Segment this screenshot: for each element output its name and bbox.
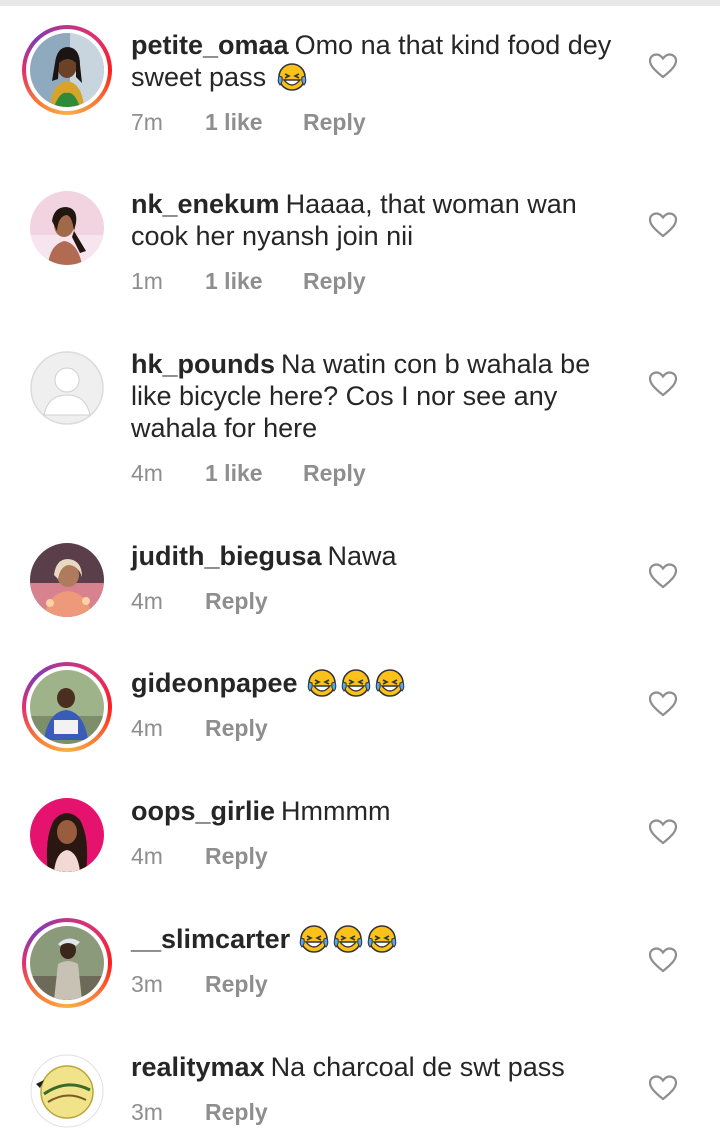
heart-outline-icon[interactable] <box>648 946 678 974</box>
avatar[interactable] <box>22 1046 112 1136</box>
like-count[interactable]: 1 like <box>205 460 303 487</box>
story-ring <box>22 662 112 752</box>
comment-meta: 4m Reply <box>131 843 268 870</box>
comment-text: realitymax Na charcoal de swt pass <box>131 1051 631 1083</box>
laughing-emoji-icon <box>332 924 364 954</box>
default-avatar-icon <box>30 351 104 425</box>
reply-button[interactable]: Reply <box>303 460 366 487</box>
comment-text: __slimcarter <box>131 923 631 955</box>
heart-outline-icon[interactable] <box>648 370 678 398</box>
comment-meta: 4m Reply <box>131 715 268 742</box>
realitymax-logo-icon <box>30 1054 104 1128</box>
avatar[interactable] <box>22 662 112 752</box>
woman-avatar-icon <box>30 191 104 265</box>
comment-body: Nawa <box>327 541 397 571</box>
heart-outline-icon[interactable] <box>648 211 678 239</box>
top-divider <box>0 0 720 6</box>
laughing-emoji-icon <box>366 924 398 954</box>
username[interactable]: realitymax <box>131 1052 265 1082</box>
timestamp: 4m <box>131 588 163 614</box>
username[interactable]: gideonpapee <box>131 668 298 698</box>
timestamp: 7m <box>131 109 163 135</box>
comment-meta: 4m Reply <box>131 588 268 615</box>
comment-body: Na watin con b wahala be <box>281 349 591 379</box>
avatar[interactable] <box>22 535 112 625</box>
heart-outline-icon[interactable] <box>648 818 678 846</box>
comment-text: hk_pounds Na watin con b wahala be like b… <box>131 348 631 444</box>
avatar[interactable] <box>22 918 112 1008</box>
comment-body-line: sweet pass <box>131 62 267 92</box>
laughing-emoji-icon <box>374 668 406 698</box>
username[interactable]: oops_girlie <box>131 796 275 826</box>
comment-body: Na charcoal de swt pass <box>270 1052 565 1082</box>
reply-button[interactable]: Reply <box>303 109 366 136</box>
laughing-emoji-icon <box>298 924 330 954</box>
heart-outline-icon[interactable] <box>648 690 678 718</box>
avatar[interactable] <box>22 790 112 880</box>
woman-avatar-icon <box>30 543 104 617</box>
comment-text: gideonpapee <box>131 667 631 699</box>
comment-body-line: like bicycle here? Cos I nor see any <box>131 381 558 411</box>
man-avatar-icon <box>30 670 104 744</box>
timestamp: 4m <box>131 460 163 486</box>
timestamp: 4m <box>131 715 163 741</box>
comment-text: nk_enekum Haaaa, that woman wan cook her … <box>131 188 631 252</box>
avatar[interactable] <box>22 343 112 433</box>
comment-body-line: wahala for here <box>131 413 318 443</box>
comment-body: Hmmmm <box>281 796 391 826</box>
reply-button[interactable]: Reply <box>205 843 268 870</box>
timestamp: 1m <box>131 268 163 294</box>
comment-body: Haaaa, that woman wan <box>285 189 577 219</box>
reply-button[interactable]: Reply <box>205 715 268 742</box>
story-ring <box>22 25 112 115</box>
timestamp: 3m <box>131 1099 163 1125</box>
username[interactable]: hk_pounds <box>131 349 275 379</box>
timestamp: 4m <box>131 843 163 869</box>
like-count[interactable]: 1 like <box>205 109 303 136</box>
username[interactable]: nk_enekum <box>131 189 280 219</box>
comment-text: judith_biegusa Nawa <box>131 540 631 572</box>
timestamp: 3m <box>131 971 163 997</box>
woman-avatar-icon <box>30 798 104 872</box>
like-count[interactable]: 1 like <box>205 268 303 295</box>
comment-meta: 1m 1 like Reply <box>131 268 366 295</box>
reply-button[interactable]: Reply <box>303 268 366 295</box>
woman-avatar-icon <box>30 33 104 107</box>
avatar[interactable] <box>22 25 112 115</box>
heart-outline-icon[interactable] <box>648 52 678 80</box>
laughing-emoji-icon <box>276 62 308 92</box>
comment-text: petite_omaa Omo na that kind food dey swe… <box>131 29 631 93</box>
username[interactable]: __slimcarter <box>131 924 290 954</box>
username[interactable]: petite_omaa <box>131 30 289 60</box>
comment-meta: 3m Reply <box>131 1099 268 1126</box>
comment-meta: 4m 1 like Reply <box>131 460 366 487</box>
laughing-emoji-icon <box>306 668 338 698</box>
comment-body-line: cook her nyansh join nii <box>131 221 414 251</box>
reply-button[interactable]: Reply <box>205 1099 268 1126</box>
reply-button[interactable]: Reply <box>205 588 268 615</box>
comment-text: oops_girlie Hmmmm <box>131 795 631 827</box>
man-avatar-icon <box>30 926 104 1000</box>
laughing-emoji-icon <box>340 668 372 698</box>
comment-meta: 7m 1 like Reply <box>131 109 366 136</box>
avatar[interactable] <box>22 183 112 273</box>
reply-button[interactable]: Reply <box>205 971 268 998</box>
story-ring <box>22 918 112 1008</box>
heart-outline-icon[interactable] <box>648 1074 678 1102</box>
comment-body: Omo na that kind food dey <box>294 30 612 60</box>
username[interactable]: judith_biegusa <box>131 541 322 571</box>
comment-meta: 3m Reply <box>131 971 268 998</box>
heart-outline-icon[interactable] <box>648 562 678 590</box>
